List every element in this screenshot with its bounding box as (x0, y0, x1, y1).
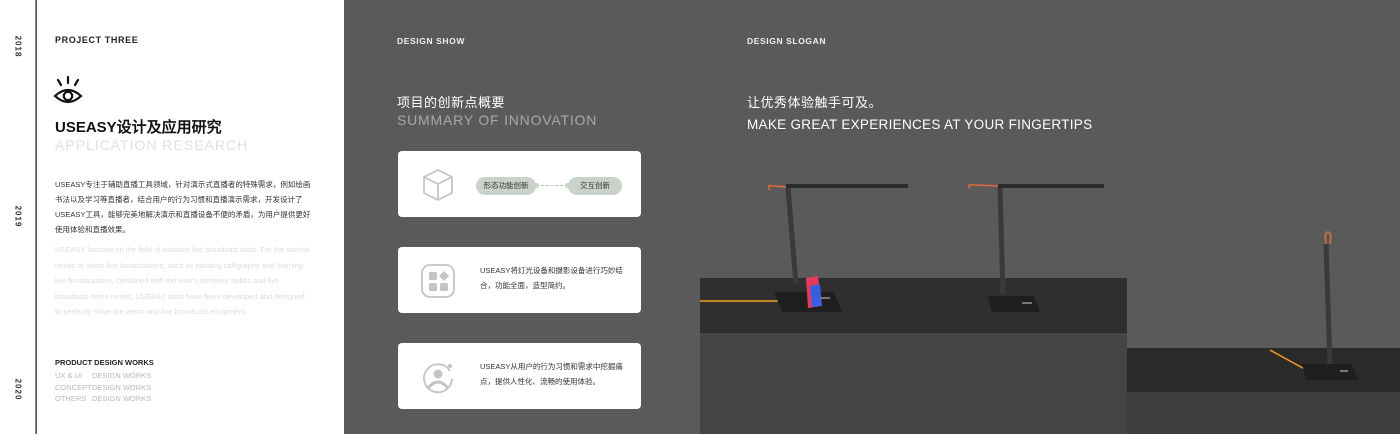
slogan-cn: 让优秀体验触手可及。 (747, 95, 883, 110)
list-item: CONCEPTDESIGN WORKS (55, 382, 152, 392)
section-label: DESIGN SLOGAN (747, 36, 827, 46)
innovation-card: USEASY将灯光设备和摄影设备进行巧妙结合，功能全面，造型简约。 (398, 247, 641, 313)
project-title: USEASY设计及应用研究 (55, 119, 222, 136)
slogan-en: MAKE GREAT EXPERIENCES AT YOUR FINGERTIP… (747, 117, 1093, 132)
app-grid-icon (421, 264, 455, 298)
user-behavior-icon (423, 363, 453, 394)
innovation-card: USEASY从用户的行为习惯和需求中挖掘痛点，提供人性化、流畅的使用体验。 (398, 343, 641, 409)
works-title: PRODUCT DESIGN WORKS (55, 358, 154, 367)
lower-platform-top (1127, 348, 1400, 392)
connector-dot (534, 183, 539, 188)
project-subtitle: APPLICATION RESEARCH (55, 137, 249, 153)
cube-icon (423, 169, 453, 201)
card-text: USEASY将灯光设备和摄影设备进行巧妙结合，功能全面，造型简约。 (480, 266, 623, 290)
eye-icon (53, 76, 83, 104)
year-label: 2018 (13, 35, 23, 58)
works-list: UX & UI DESIGN WORKS CONCEPTDESIGN WORKS … (55, 370, 151, 405)
project-info-panel: PROJECT THREE USEASY设计及应用研究 APPLICATION … (37, 0, 344, 434)
platform-top (700, 278, 1127, 334)
year-label: 2020 (13, 378, 23, 401)
section-subtitle: SUMMARY OF INNOVATION (397, 112, 598, 128)
feature-pill: 形态功能创新 (476, 177, 536, 195)
description-cn: USEASY专注于辅助直播工具领域，针对演示式直播者的特殊需求，例如绘画书法以及… (55, 180, 311, 234)
project-label: PROJECT THREE (55, 35, 139, 45)
feature-pill: 交互创新 (568, 177, 622, 195)
section-label: DESIGN SHOW (397, 36, 465, 46)
year-label: 2019 (13, 205, 23, 228)
card-text: USEASY从用户的行为习惯和需求中挖掘痛点，提供人性化、流畅的使用体验。 (480, 362, 623, 386)
innovation-card: 形态功能创新 交互创新 (398, 151, 641, 217)
pill-connector (536, 185, 568, 186)
list-item: OTHERS DESIGN WORKS (55, 394, 152, 403)
lamp-product-render (700, 184, 1400, 434)
list-item: UX & UI DESIGN WORKS (55, 371, 152, 380)
section-title: 项目的创新点概要 (397, 95, 506, 110)
year-rail: 2018 2019 2020 (0, 0, 36, 434)
description-en: USEASY focuses on the field of assisted … (55, 245, 310, 316)
